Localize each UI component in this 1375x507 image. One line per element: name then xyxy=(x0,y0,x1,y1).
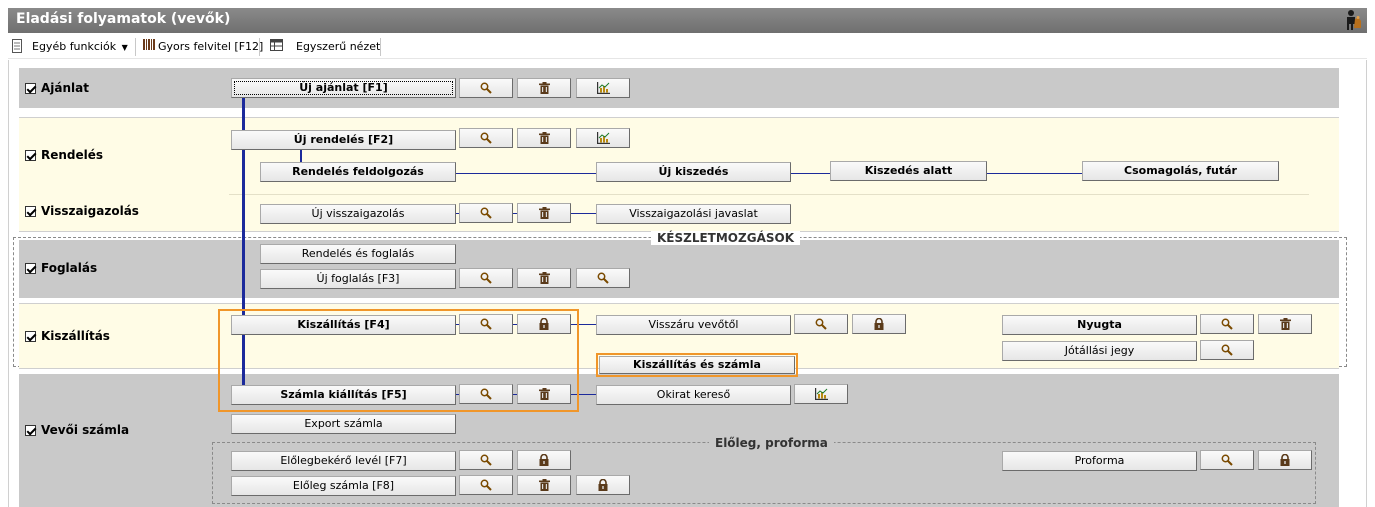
issue-invoice-button[interactable]: Számla kiállítás [F5] xyxy=(231,385,456,405)
table-view-icon[interactable] xyxy=(270,39,283,55)
person-bag-icon xyxy=(1343,9,1363,31)
delivery-and-invoice-button[interactable]: Kiszállítás és számla xyxy=(599,356,795,374)
prepayment-request-lock-icon[interactable] xyxy=(517,450,571,470)
receipt-search-icon[interactable] xyxy=(1200,314,1254,334)
new-order-button[interactable]: Új rendelés [F2] xyxy=(231,130,456,150)
proforma-search-icon[interactable] xyxy=(1200,450,1254,470)
return-lock-icon[interactable] xyxy=(852,314,906,334)
reservation-search-icon[interactable] xyxy=(459,268,513,288)
delivery-checkbox[interactable] xyxy=(25,330,36,342)
invoice-chart-icon[interactable] xyxy=(794,384,848,404)
chevron-down-icon: ▼ xyxy=(121,43,128,52)
process-canvas: KÉSZLETMOZGÁSOK Előleg, proforma Ajánlat… xyxy=(8,60,1367,507)
new-picking-button[interactable]: Új kiszedés xyxy=(596,162,791,182)
prepayment-invoice-lock-icon[interactable] xyxy=(576,475,630,495)
confirmation-proposal-button[interactable]: Visszaigazolási javaslat xyxy=(596,204,791,224)
order-processing-button[interactable]: Rendelés feldolgozás xyxy=(260,162,456,182)
order-search-icon[interactable] xyxy=(459,128,513,148)
prepayment-request-button[interactable]: Előlegbekérő levél [F7] xyxy=(231,451,456,471)
confirmation-trash-icon[interactable] xyxy=(517,203,571,223)
packing-courier-button[interactable]: Csomagolás, futár xyxy=(1082,161,1279,181)
quick-entry-button[interactable]: Gyors felvitel [F12] xyxy=(143,39,263,55)
other-functions-menu[interactable]: Egyéb funkciók ▼ xyxy=(32,39,128,55)
section-offer[interactable]: Ajánlat xyxy=(25,80,89,96)
export-invoice-button[interactable]: Export számla xyxy=(231,414,456,434)
receipt-trash-icon[interactable] xyxy=(1258,314,1312,334)
delivery-button[interactable]: Kiszállítás [F4] xyxy=(231,315,456,335)
order-and-reservation-button[interactable]: Rendelés és foglalás xyxy=(260,244,456,264)
section-delivery[interactable]: Kiszállítás xyxy=(25,328,110,344)
section-invoice[interactable]: Vevői számla xyxy=(25,422,129,438)
reservation-trash-icon[interactable] xyxy=(517,268,571,288)
picking-in-progress-button[interactable]: Kiszedés alatt xyxy=(830,161,987,181)
delivery-lock-icon[interactable] xyxy=(517,314,571,334)
barcode-icon xyxy=(143,39,155,55)
document-search-button[interactable]: Okirat kereső xyxy=(596,385,791,405)
invoice-trash-icon[interactable] xyxy=(517,384,571,404)
prepayment-proforma-title: Előleg, proforma xyxy=(709,436,834,450)
title-bar: Eladási folyamatok (vevők) xyxy=(8,8,1367,33)
quick-entry-label: Gyors felvitel [F12] xyxy=(158,40,264,53)
order-trash-icon[interactable] xyxy=(517,128,571,148)
new-offer-button[interactable]: Új ajánlat [F1] xyxy=(231,78,456,98)
receipt-button[interactable]: Nyugta xyxy=(1002,315,1197,335)
offer-search-icon[interactable] xyxy=(459,78,513,98)
offer-chart-icon[interactable] xyxy=(576,78,630,98)
invoice-search-icon[interactable] xyxy=(459,384,513,404)
proforma-button[interactable]: Proforma xyxy=(1002,451,1197,471)
new-confirmation-button[interactable]: Új visszaigazolás xyxy=(260,204,456,224)
reservation-checkbox[interactable] xyxy=(25,262,36,274)
order-chart-icon[interactable] xyxy=(576,128,630,148)
proforma-lock-icon[interactable] xyxy=(1258,450,1312,470)
document-icon[interactable] xyxy=(12,39,22,55)
confirmation-search-icon[interactable] xyxy=(459,203,513,223)
reservation-search-2-icon[interactable] xyxy=(576,268,630,288)
delivery-search-icon[interactable] xyxy=(459,314,513,334)
order-checkbox[interactable] xyxy=(25,149,36,161)
offer-trash-icon[interactable] xyxy=(517,78,571,98)
prepayment-request-search-icon[interactable] xyxy=(459,450,513,470)
warranty-search-icon[interactable] xyxy=(1200,340,1254,360)
simple-view-button[interactable]: Egyszerű nézet xyxy=(296,39,380,55)
prepayment-invoice-search-icon[interactable] xyxy=(459,475,513,495)
window-title: Eladási folyamatok (vevők) xyxy=(16,11,231,27)
reservation-band xyxy=(19,240,1339,298)
section-order[interactable]: Rendelés xyxy=(25,147,103,163)
prepayment-invoice-trash-icon[interactable] xyxy=(517,475,571,495)
section-confirmation[interactable]: Visszaigazolás xyxy=(25,203,139,219)
confirmation-checkbox[interactable] xyxy=(25,205,36,217)
offer-band xyxy=(19,68,1339,108)
other-functions-label: Egyéb funkciók xyxy=(32,40,117,53)
return-search-icon[interactable] xyxy=(794,314,848,334)
new-reservation-button[interactable]: Új foglalás [F3] xyxy=(260,269,456,289)
warranty-card-button[interactable]: Jótállási jegy xyxy=(1002,341,1197,361)
customer-return-button[interactable]: Visszáru vevőtől xyxy=(596,315,791,335)
toolbar: Egyéb funkciók ▼ Gyors felvitel [F12] Eg… xyxy=(8,35,1367,59)
offer-checkbox[interactable] xyxy=(25,82,36,94)
prepayment-invoice-button[interactable]: Előleg számla [F8] xyxy=(231,476,456,496)
stock-movements-title: KÉSZLETMOZGÁSOK xyxy=(651,231,800,245)
invoice-checkbox[interactable] xyxy=(25,424,36,436)
section-reservation[interactable]: Foglalás xyxy=(25,260,97,276)
